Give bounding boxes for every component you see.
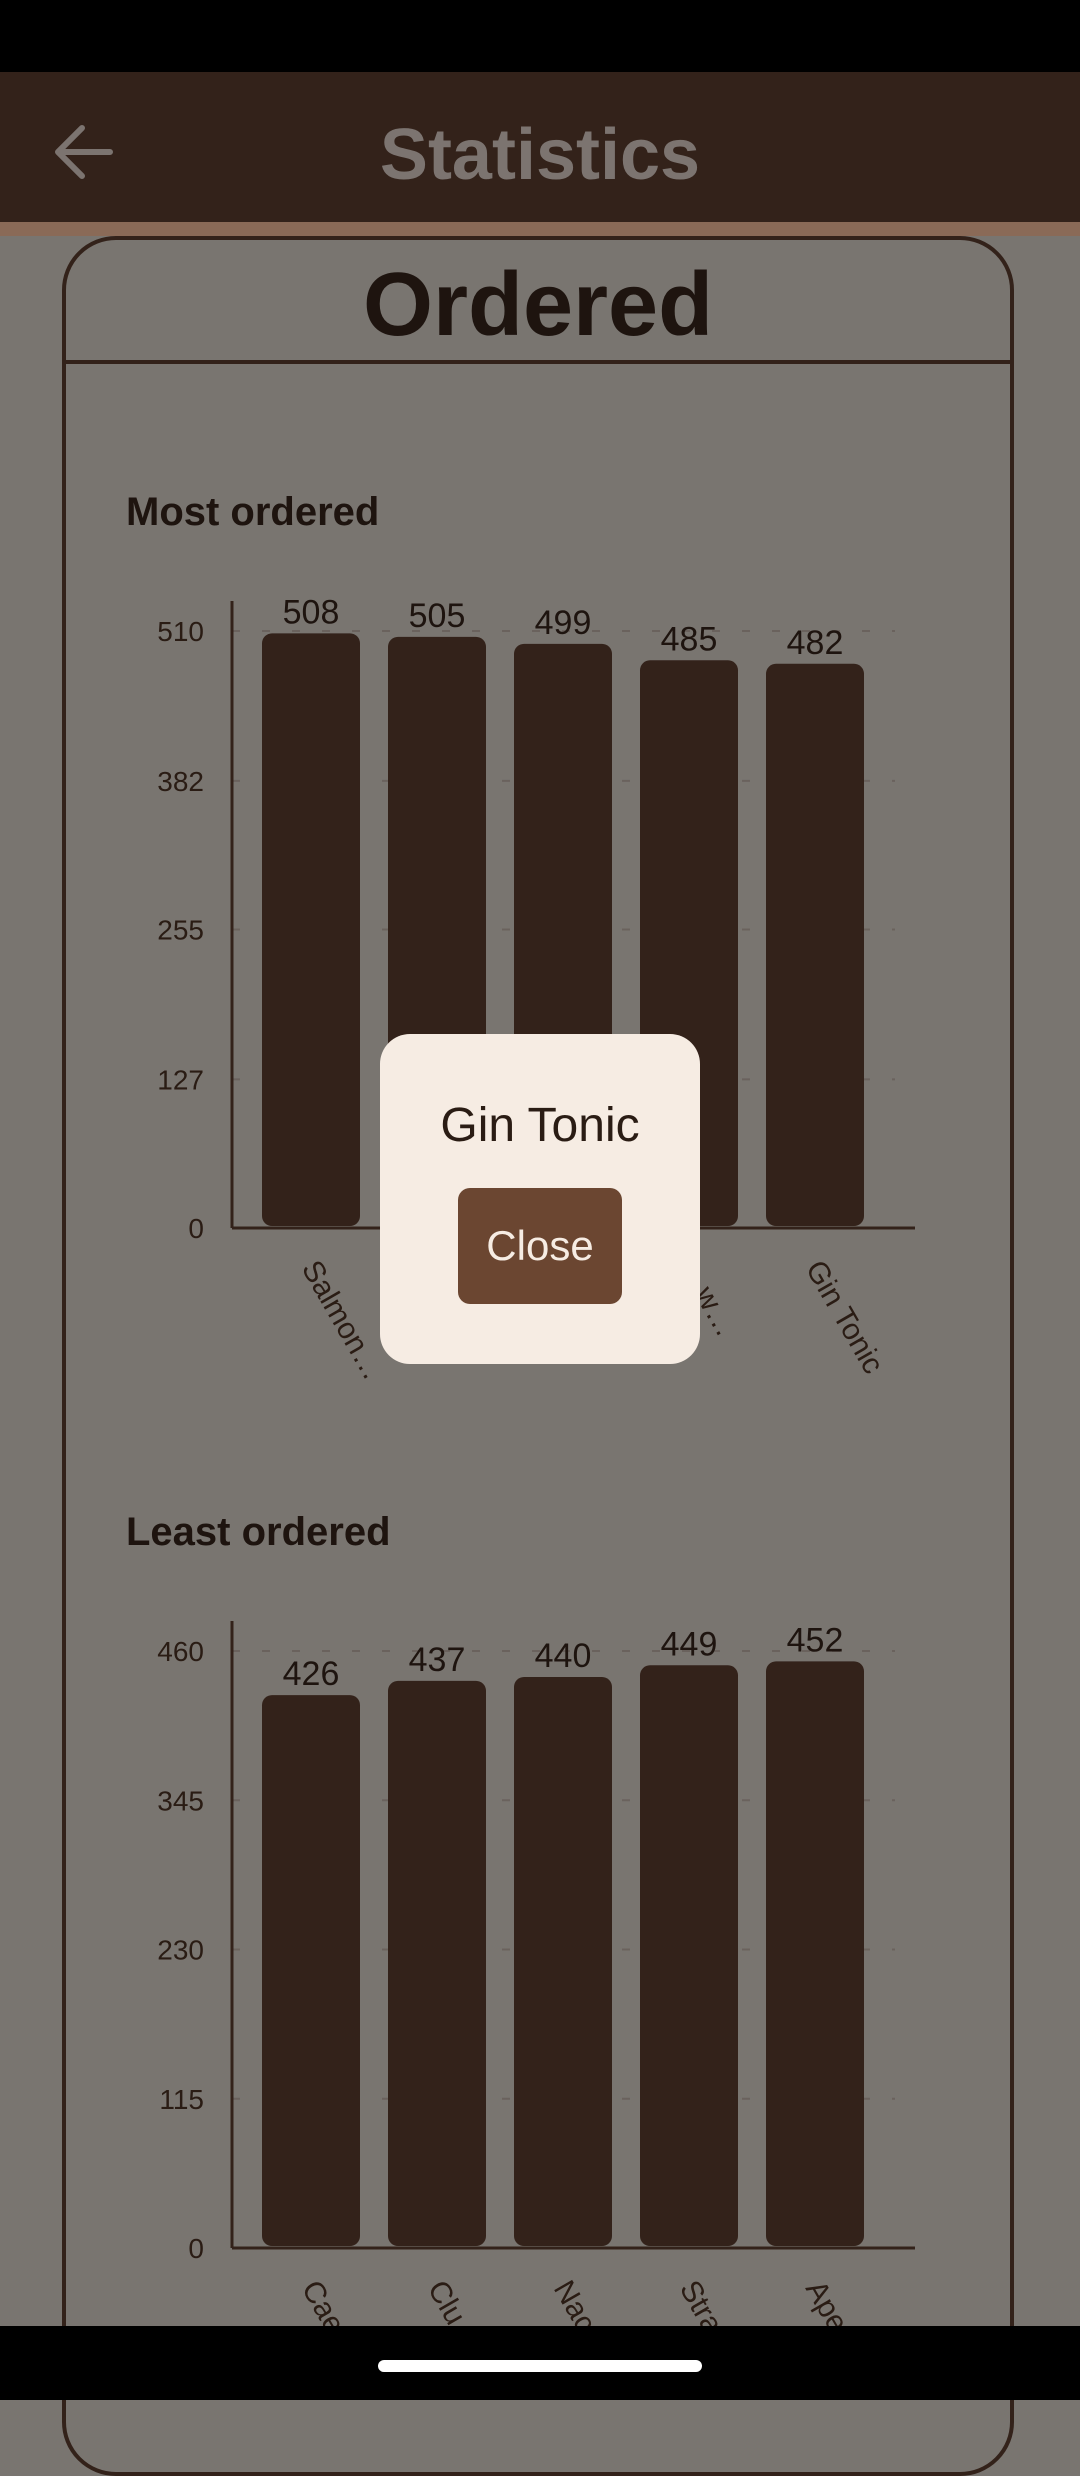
page-title: Statistics [379,115,701,195]
status-bar [0,0,1080,72]
close-button[interactable]: Close [458,1188,622,1304]
item-dialog: Gin Tonic Close [380,1034,700,1364]
dialog-item-name: Gin Tonic [440,1099,640,1152]
app-bar: Statistics [0,72,1080,236]
navigation-bar [0,2326,1080,2400]
home-gesture-handle[interactable] [378,2360,702,2372]
